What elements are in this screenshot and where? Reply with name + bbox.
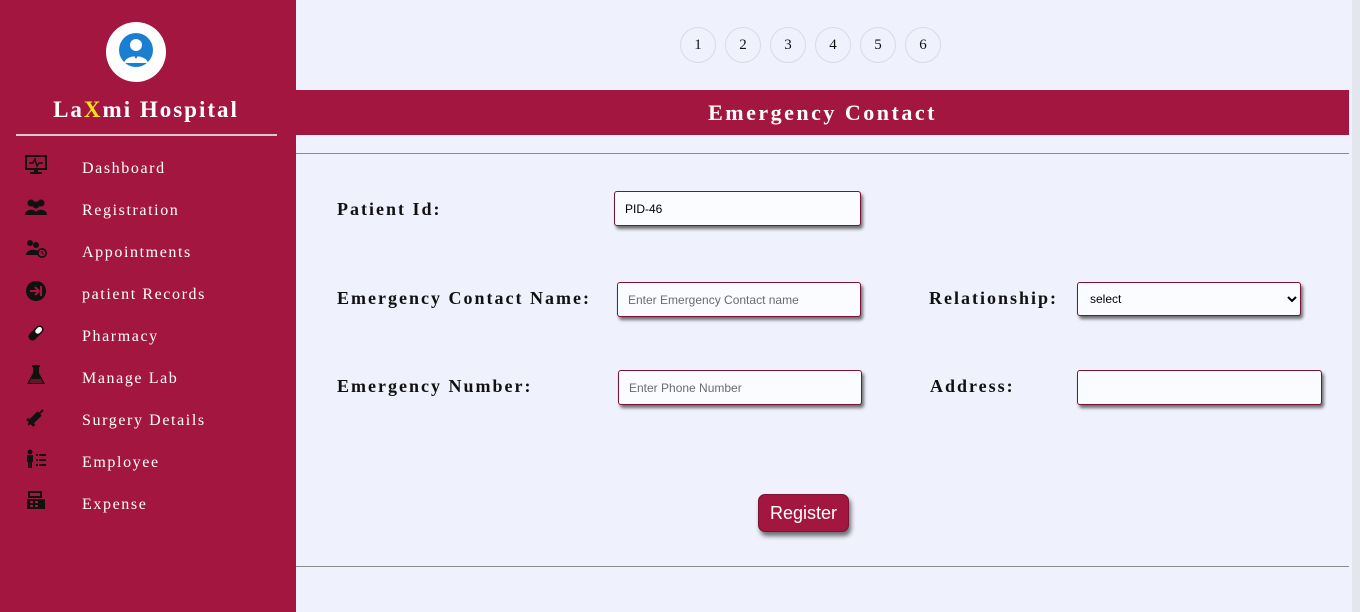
step-1-button[interactable]: 1 — [680, 27, 716, 63]
sidebar-item-label: Surgery Details — [82, 412, 206, 429]
emergency-contact-name-label: Emergency Contact Name: — [337, 288, 591, 308]
brand-text-end: mi Hospital — [102, 97, 239, 122]
sidebar-item-surgery-details[interactable]: Surgery Details — [0, 402, 296, 438]
step-6-button[interactable]: 6 — [905, 27, 941, 63]
sidebar-item-label: Expense — [82, 496, 148, 513]
emergency-number-label: Emergency Number: — [337, 376, 533, 396]
sidebar-item-appointments[interactable]: Appointments — [0, 234, 296, 270]
sidebar-item-label: patient Records — [82, 286, 206, 303]
hospital-logo — [106, 22, 166, 82]
scrollbar[interactable] — [1352, 0, 1360, 612]
user-clock-icon — [24, 238, 48, 260]
doctor-icon — [118, 32, 154, 73]
step-5-button[interactable]: 5 — [860, 27, 896, 63]
sidebar-item-dashboard[interactable]: Dashboard — [0, 150, 296, 186]
sidebar-item-registration[interactable]: Registration — [0, 192, 296, 228]
sidebar-item-label: Pharmacy — [82, 328, 159, 345]
syringe-icon — [24, 406, 48, 428]
page-title: Emergency Contact — [296, 90, 1349, 135]
sidebar: LaXmi Hospital Dashboard Registration Ap… — [0, 0, 296, 612]
sidebar-item-employee[interactable]: Employee — [0, 444, 296, 480]
sidebar-item-label: Appointments — [82, 244, 192, 261]
top-divider — [296, 153, 1349, 154]
bottom-divider — [296, 566, 1349, 567]
sidebar-item-label: Dashboard — [82, 160, 166, 177]
address-field[interactable] — [1077, 370, 1322, 405]
cash-register-icon — [24, 490, 48, 512]
sign-in-icon — [24, 280, 48, 302]
patient-id-label: Patient Id: — [337, 199, 442, 219]
sidebar-item-expense[interactable]: Expense — [0, 486, 296, 522]
emergency-contact-name-field[interactable] — [617, 282, 861, 317]
sidebar-item-manage-lab[interactable]: Manage Lab — [0, 360, 296, 396]
address-label: Address: — [930, 376, 1015, 396]
main-content: 1 2 3 4 5 6 Emergency Contact Patient Id… — [296, 0, 1360, 612]
sidebar-item-patient-records[interactable]: patient Records — [0, 276, 296, 312]
patient-id-field[interactable] — [614, 191, 861, 226]
relationship-select[interactable]: select — [1077, 282, 1301, 316]
employee-list-icon — [24, 448, 48, 470]
register-button[interactable]: Register — [758, 494, 849, 532]
sidebar-item-label: Employee — [82, 454, 160, 471]
sidebar-item-label: Manage Lab — [82, 370, 179, 387]
emergency-number-field[interactable] — [618, 370, 862, 405]
relationship-label: Relationship: — [929, 288, 1059, 308]
sidebar-item-label: Registration — [82, 202, 180, 219]
brand-title: LaXmi Hospital — [0, 97, 292, 123]
step-2-button[interactable]: 2 — [725, 27, 761, 63]
step-indicator: 1 2 3 4 5 6 — [680, 27, 950, 63]
step-4-button[interactable]: 4 — [815, 27, 851, 63]
brand-divider — [16, 134, 277, 136]
users-icon — [24, 196, 48, 218]
capsule-icon — [24, 322, 48, 344]
sidebar-item-pharmacy[interactable]: Pharmacy — [0, 318, 296, 354]
step-3-button[interactable]: 3 — [770, 27, 806, 63]
flask-icon — [24, 364, 48, 386]
brand-text-start: La — [53, 97, 84, 122]
brand-text-highlight: X — [83, 97, 103, 122]
monitor-icon — [24, 154, 48, 176]
